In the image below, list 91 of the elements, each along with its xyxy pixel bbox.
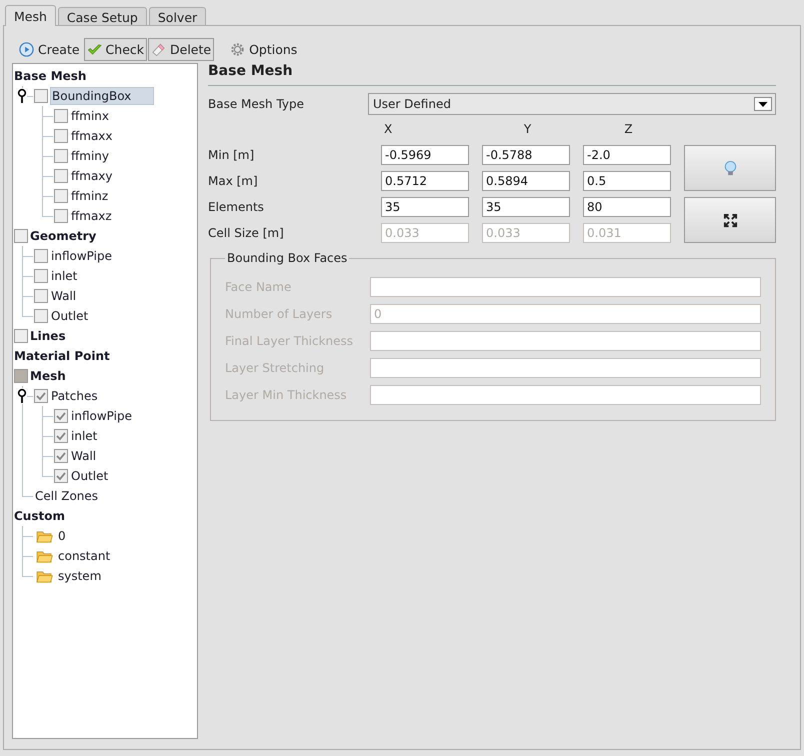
tree-item[interactable]: inflowPipe	[50, 248, 115, 264]
tree-item[interactable]: Outlet	[50, 308, 92, 324]
field-label: Final Layer Thickness	[225, 334, 354, 348]
number-field[interactable]: 0.5	[583, 171, 671, 191]
tree-item[interactable]: inlet	[50, 268, 80, 284]
checkbox[interactable]	[54, 449, 68, 463]
checkbox[interactable]	[54, 469, 68, 483]
axis-label: Y	[522, 122, 532, 136]
field-label: Layer Min Thickness	[225, 388, 348, 402]
expand-arrows-icon	[722, 212, 738, 228]
checkbox[interactable]	[34, 89, 48, 103]
checkbox[interactable]	[54, 129, 68, 143]
number-field[interactable]: 80	[583, 197, 671, 217]
tree-item[interactable]: Mesh	[30, 368, 69, 384]
checkbox[interactable]	[14, 369, 28, 383]
field-label: Min [m]	[208, 148, 256, 162]
checkbox[interactable]	[54, 429, 68, 443]
tab[interactable]: Case Setup	[58, 7, 147, 25]
icon-button[interactable]	[684, 197, 776, 243]
tree-item[interactable]: Wall	[70, 448, 100, 464]
tree-item[interactable]: ffminx	[70, 108, 112, 124]
tree-item[interactable]: Material Point	[14, 348, 113, 364]
folder-icon	[36, 570, 53, 582]
number-field[interactable]: 0.5894	[482, 171, 570, 191]
field-label: Layer Stretching	[225, 360, 326, 374]
checkbox[interactable]	[14, 329, 28, 343]
checkbox[interactable]	[54, 169, 68, 183]
number-field[interactable]: 35	[381, 197, 469, 217]
tree-item[interactable]: ffminy	[70, 148, 112, 164]
axis-label: X	[383, 122, 394, 136]
number-field[interactable]: -0.5788	[482, 145, 570, 165]
settings-icon	[230, 42, 246, 56]
tree-item[interactable]: Base Mesh	[14, 68, 90, 84]
play-icon	[19, 42, 34, 56]
tree-item[interactable]: Geometry	[30, 228, 100, 244]
toolbar-button[interactable]: Check	[84, 38, 147, 60]
tree-item[interactable]: Lines	[30, 328, 69, 344]
group-title: Bounding Box Faces	[226, 251, 348, 265]
field-label: Cell Size [m]	[208, 226, 285, 240]
tree-item[interactable]: Cell Zones	[34, 488, 102, 504]
checkbox[interactable]	[34, 249, 48, 263]
field-label: Number of Layers	[225, 306, 334, 320]
axis-label: Z	[623, 122, 634, 136]
checkbox[interactable]	[34, 309, 48, 323]
checkbox[interactable]	[34, 269, 48, 283]
tree-item[interactable]: 0	[57, 528, 69, 544]
number-field[interactable]: -0.5969	[381, 145, 469, 165]
checkbox[interactable]	[54, 109, 68, 123]
checkbox[interactable]	[54, 409, 68, 423]
expand-handle-icon[interactable]	[17, 388, 27, 404]
number-field[interactable]: -2.0	[583, 145, 671, 165]
tab[interactable]: Mesh	[5, 5, 56, 26]
lightbulb-icon	[722, 160, 738, 176]
toolbar-button[interactable]: Options	[227, 38, 300, 60]
tree-item[interactable]: ffmaxx	[70, 128, 116, 144]
checkbox[interactable]	[54, 189, 68, 203]
tree-item[interactable]: Wall	[50, 288, 80, 304]
checkbox[interactable]	[54, 209, 68, 223]
folder-icon	[36, 530, 53, 542]
number-field[interactable]: 35	[482, 197, 570, 217]
checkbox[interactable]	[34, 289, 48, 303]
field-label: Base Mesh Type	[208, 97, 306, 111]
checkmark-icon	[86, 42, 102, 56]
tree-item[interactable]: Custom	[14, 508, 68, 524]
folder-icon	[36, 550, 53, 562]
field-label: Elements	[208, 200, 265, 214]
number-field[interactable]: 0.5712	[381, 171, 469, 191]
eraser-icon	[151, 42, 166, 56]
toolbar-button[interactable]: Create	[16, 38, 83, 60]
section-title: Base Mesh	[208, 63, 294, 81]
tree-item[interactable]: inlet	[70, 428, 100, 444]
expand-handle-icon[interactable]	[17, 88, 27, 104]
dropdown[interactable]: User Defined	[368, 93, 776, 115]
tree-item[interactable]: Patches	[50, 388, 101, 404]
toolbar-button[interactable]: Delete	[148, 38, 214, 60]
checkbox[interactable]	[54, 149, 68, 163]
tree-item[interactable]: BoundingBox	[50, 87, 154, 105]
tree-item[interactable]: system	[57, 568, 104, 584]
icon-button[interactable]	[684, 145, 776, 191]
tab[interactable]: Solver	[148, 7, 206, 25]
checkbox[interactable]	[34, 389, 48, 403]
tree-item[interactable]: Outlet	[70, 468, 112, 484]
caret-icon	[754, 97, 772, 111]
tree-item[interactable]: ffmaxz	[70, 208, 115, 224]
tree-item[interactable]: constant	[57, 548, 114, 564]
checkbox[interactable]	[14, 229, 28, 243]
tree-item[interactable]: inflowPipe	[70, 408, 135, 424]
field-label: Max [m]	[208, 174, 259, 188]
tree-item[interactable]: ffminz	[70, 188, 112, 204]
field-label: Face Name	[225, 280, 292, 294]
tree-item[interactable]: ffmaxy	[70, 168, 116, 184]
